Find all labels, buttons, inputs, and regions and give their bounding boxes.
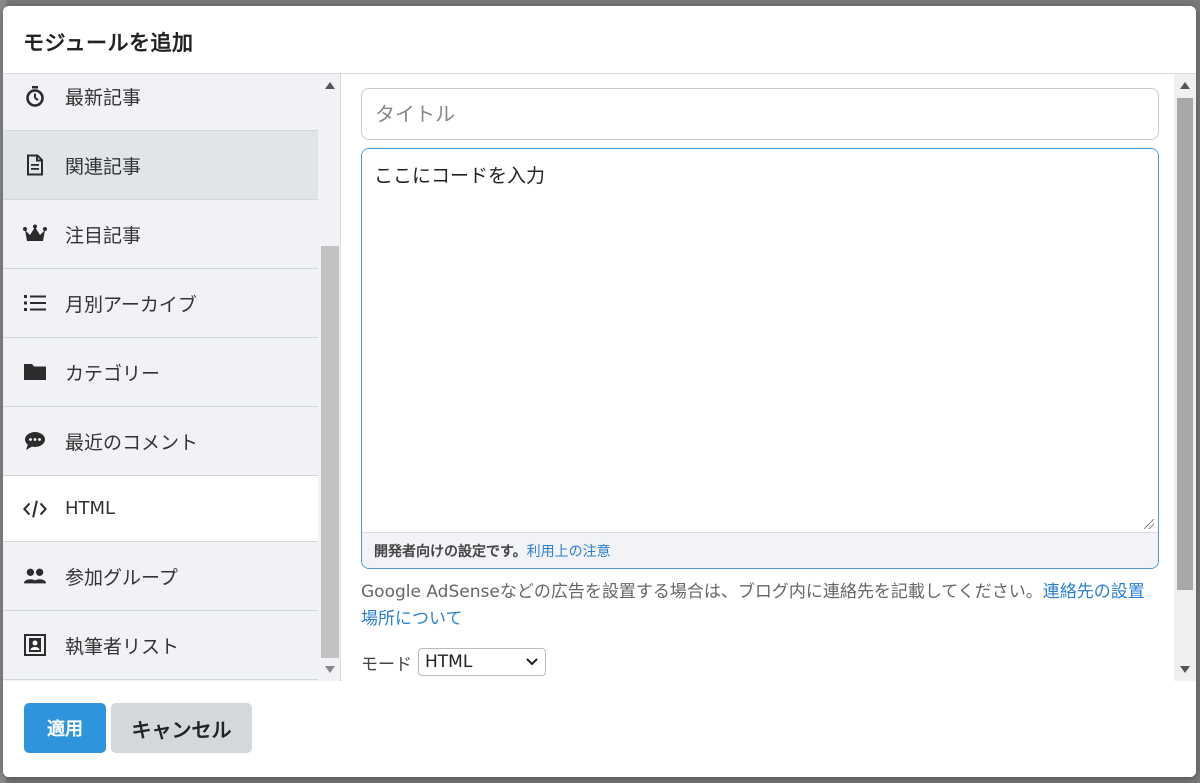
menu-item-monthly-archive[interactable]: 月別アーカイブ — [3, 269, 318, 338]
module-settings-form: ここにコードを入力 開発者向けの設定です。利用上の注意 Google AdSen… — [342, 74, 1196, 681]
resize-grip-icon[interactable] — [1144, 519, 1154, 529]
title-input[interactable] — [361, 88, 1159, 140]
developer-note-text: 開発者向けの設定です。 — [374, 544, 527, 560]
menu-item-label: 月別アーカイブ — [65, 293, 197, 316]
menu-item-label: HTML — [65, 498, 116, 519]
menu-item-label: 注目記事 — [65, 224, 142, 247]
menu-item-category[interactable]: カテゴリー — [3, 338, 318, 407]
menu-item-latest-articles[interactable]: 最新記事 — [3, 74, 318, 131]
menu-item-related-articles[interactable]: 関連記事 — [3, 131, 318, 200]
scrollbar-thumb[interactable] — [1177, 98, 1193, 590]
scroll-down-arrow-icon[interactable] — [1180, 666, 1190, 673]
cancel-button[interactable]: キャンセル — [111, 703, 252, 753]
menu-item-label: 最近のコメント — [65, 431, 199, 454]
mode-select[interactable]: HTML — [418, 648, 546, 676]
dialog-title: モジュールを追加 — [23, 31, 194, 55]
menu-item-label: 執筆者リスト — [65, 635, 180, 658]
add-module-dialog: モジュールを追加 最新記事 関連記事 注目記事 月別アーカイブ カテゴリー 最近… — [3, 6, 1196, 777]
menu-item-label: 参加グループ — [65, 566, 178, 589]
crown-icon — [23, 222, 47, 246]
menu-item-featured-articles[interactable]: 注目記事 — [3, 200, 318, 269]
code-icon — [23, 497, 47, 521]
scroll-down-arrow-icon[interactable] — [325, 666, 335, 673]
apply-button[interactable]: 適用 — [24, 703, 106, 753]
folder-icon — [23, 360, 47, 384]
author-card-icon — [23, 633, 47, 657]
document-icon — [23, 153, 47, 177]
list-icon — [23, 291, 47, 315]
scroll-up-arrow-icon[interactable] — [325, 82, 335, 89]
developer-note: 開発者向けの設定です。利用上の注意 — [362, 532, 1158, 568]
code-editor-box: ここにコードを入力 開発者向けの設定です。利用上の注意 — [361, 148, 1159, 569]
chevron-down-icon — [525, 652, 539, 672]
menu-item-groups[interactable]: 参加グループ — [3, 542, 318, 611]
dialog-header: モジュールを追加 — [3, 6, 1196, 74]
mode-label: モード — [361, 654, 412, 675]
menu-item-html[interactable]: HTML — [3, 476, 318, 542]
usage-notes-link[interactable]: 利用上の注意 — [527, 544, 611, 560]
scroll-up-arrow-icon[interactable] — [1180, 82, 1190, 89]
comment-icon — [23, 429, 47, 453]
scrollbar-thumb[interactable] — [321, 246, 339, 658]
group-icon — [23, 564, 47, 588]
menu-item-recent-comments[interactable]: 最近のコメント — [3, 407, 318, 476]
menu-scrollbar[interactable] — [319, 74, 340, 681]
mode-selected-value: HTML — [425, 652, 473, 672]
stopwatch-icon — [23, 84, 47, 108]
module-list: 最新記事 関連記事 注目記事 月別アーカイブ カテゴリー 最近のコメント HTM… — [3, 74, 318, 680]
menu-item-label: カテゴリー — [65, 362, 161, 385]
module-menu: 最新記事 関連記事 注目記事 月別アーカイブ カテゴリー 最近のコメント HTM… — [3, 74, 341, 681]
menu-item-author-list[interactable]: 執筆者リスト — [3, 611, 318, 680]
form-scrollbar[interactable] — [1174, 74, 1196, 681]
dialog-body: 最新記事 関連記事 注目記事 月別アーカイブ カテゴリー 最近のコメント HTM… — [3, 74, 1196, 681]
menu-item-label: 関連記事 — [65, 155, 142, 178]
mode-row: モード HTML — [361, 648, 546, 676]
adsense-note-text: Google AdSenseなどの広告を設置する場合は、ブログ内に連絡先を記載し… — [361, 582, 1043, 602]
adsense-note: Google AdSenseなどの広告を設置する場合は、ブログ内に連絡先を記載し… — [361, 579, 1161, 633]
code-textarea[interactable]: ここにコードを入力 — [362, 149, 1158, 532]
dialog-footer: 適用 キャンセル — [3, 682, 1196, 777]
menu-item-label: 最新記事 — [65, 86, 142, 109]
